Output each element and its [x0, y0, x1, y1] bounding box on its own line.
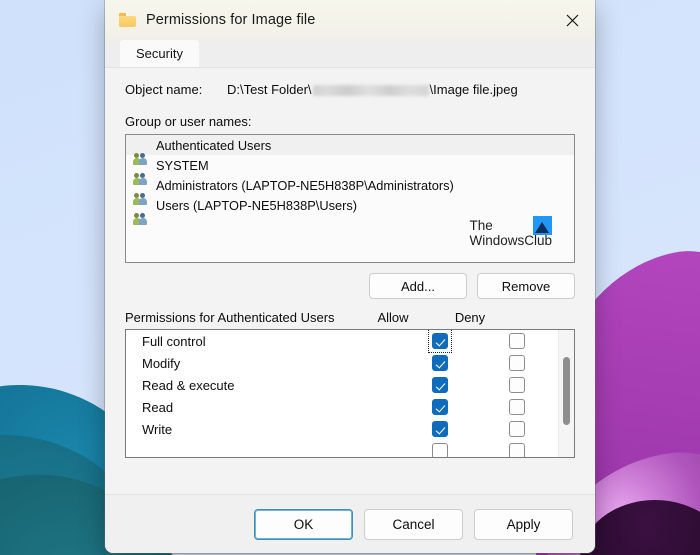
- deny-checkbox[interactable]: [509, 443, 525, 457]
- add-button-label: Add...: [401, 278, 435, 294]
- object-name-value: D:\Test Folder\ \Image file.jpeg: [227, 82, 518, 97]
- allow-checkbox-cell[interactable]: [402, 443, 478, 457]
- list-item[interactable]: SYSTEM: [126, 155, 574, 185]
- list-item-label: Users (LAPTOP-NE5H838P\Users): [156, 197, 358, 213]
- table-row[interactable]: Write: [126, 418, 574, 440]
- table-row[interactable]: Read: [126, 396, 574, 418]
- deny-checkbox[interactable]: [509, 377, 525, 393]
- users-group-icon: [133, 198, 149, 225]
- apply-button[interactable]: Apply: [474, 508, 573, 540]
- object-name-redacted: [312, 85, 429, 97]
- object-name-label: Object name:: [125, 82, 203, 97]
- deny-checkbox[interactable]: [509, 399, 525, 415]
- folder-icon: [119, 13, 136, 27]
- add-button[interactable]: Add...: [369, 273, 467, 299]
- cancel-button[interactable]: Cancel: [364, 508, 463, 540]
- allow-column-header: Allow: [377, 310, 409, 325]
- list-action-buttons: Add... Remove: [125, 273, 575, 299]
- permission-label: Read & execute: [142, 377, 235, 393]
- tab-security[interactable]: Security: [120, 40, 199, 67]
- allow-checkbox[interactable]: [432, 355, 448, 371]
- permissions-dialog: Permissions for Image file Security Obje…: [105, 0, 595, 553]
- list-item-label: SYSTEM: [156, 157, 209, 173]
- table-row[interactable]: Full control: [126, 330, 574, 353]
- watermark-line-2: WindowsClub: [469, 233, 552, 248]
- deny-checkbox-cell[interactable]: [478, 421, 556, 437]
- deny-checkbox-cell[interactable]: [478, 399, 556, 415]
- windowsclub-logo-icon: [533, 216, 552, 235]
- allow-checkbox[interactable]: [432, 377, 448, 393]
- users-group-icon: [133, 138, 149, 165]
- watermark: The WindowsClub: [469, 216, 552, 248]
- tab-security-label: Security: [136, 46, 183, 61]
- ok-button-label: OK: [293, 516, 314, 532]
- deny-checkbox-cell[interactable]: [478, 377, 556, 393]
- allow-checkbox-cell[interactable]: [402, 377, 478, 393]
- object-name-suffix: \Image file.jpeg: [429, 82, 518, 97]
- deny-checkbox-cell[interactable]: [478, 443, 556, 457]
- permission-label: Full control: [142, 333, 206, 349]
- list-item-label: Authenticated Users: [156, 137, 272, 153]
- permissions-scrollbar-thumb[interactable]: [563, 357, 570, 425]
- permission-label: Write: [142, 421, 173, 437]
- allow-checkbox-cell[interactable]: [402, 330, 478, 353]
- close-icon[interactable]: [549, 0, 595, 40]
- allow-checkbox[interactable]: [432, 333, 448, 349]
- deny-checkbox[interactable]: [509, 355, 525, 371]
- tab-strip: Security: [105, 40, 595, 68]
- dialog-titlebar[interactable]: Permissions for Image file: [105, 0, 595, 40]
- deny-checkbox-cell[interactable]: [478, 333, 556, 349]
- allow-checkbox-cell[interactable]: [402, 355, 478, 371]
- allow-checkbox[interactable]: [432, 443, 448, 457]
- group-list-label: Group or user names:: [125, 114, 252, 129]
- apply-button-label: Apply: [506, 516, 541, 532]
- users-group-icon: [133, 158, 149, 185]
- deny-checkbox[interactable]: [509, 421, 525, 437]
- dialog-body: Object name: D:\Test Folder\ \Image file.…: [105, 68, 595, 494]
- desktop-background: Permissions for Image file Security Obje…: [0, 0, 700, 555]
- group-list[interactable]: Authenticated Users SYSTEM Administrator…: [125, 134, 575, 263]
- table-row[interactable]: Read & execute: [126, 374, 574, 396]
- permission-label: Modify: [142, 355, 181, 371]
- table-row[interactable]: [126, 440, 574, 457]
- allow-checkbox[interactable]: [432, 421, 448, 437]
- permissions-title: Permissions for Authenticated Users: [125, 310, 335, 325]
- permission-label: Read: [142, 399, 174, 415]
- table-row[interactable]: Modify: [126, 352, 574, 374]
- deny-column-header: Deny: [454, 310, 486, 325]
- permissions-scrollbar[interactable]: [558, 330, 574, 457]
- deny-checkbox[interactable]: [509, 333, 525, 349]
- list-item[interactable]: Authenticated Users: [126, 135, 574, 165]
- cancel-button-label: Cancel: [392, 516, 435, 532]
- object-name-prefix: D:\Test Folder\: [227, 82, 312, 97]
- list-item[interactable]: Users (LAPTOP-NE5H838P\Users): [126, 195, 574, 225]
- allow-checkbox-cell[interactable]: [402, 421, 478, 437]
- allow-checkbox[interactable]: [432, 399, 448, 415]
- ok-button[interactable]: OK: [254, 508, 353, 540]
- deny-checkbox-cell[interactable]: [478, 355, 556, 371]
- permissions-list[interactable]: Full control Modify Read & execute Read …: [125, 329, 575, 458]
- remove-button[interactable]: Remove: [477, 273, 575, 299]
- remove-button-label: Remove: [501, 278, 551, 294]
- object-name-row: Object name: D:\Test Folder\ \Image file.…: [125, 82, 575, 97]
- permissions-header: Permissions for Authenticated Users Allo…: [125, 310, 575, 325]
- dialog-title: Permissions for Image file: [146, 12, 316, 28]
- dialog-footer: OK Cancel Apply: [105, 494, 595, 553]
- list-item[interactable]: Administrators (LAPTOP-NE5H838P\Administ…: [126, 175, 574, 205]
- users-group-icon: [133, 178, 149, 205]
- allow-checkbox-cell[interactable]: [402, 399, 478, 415]
- list-item-label: Administrators (LAPTOP-NE5H838P\Administ…: [156, 177, 454, 193]
- allow-checkbox-focus-ring: [428, 330, 452, 353]
